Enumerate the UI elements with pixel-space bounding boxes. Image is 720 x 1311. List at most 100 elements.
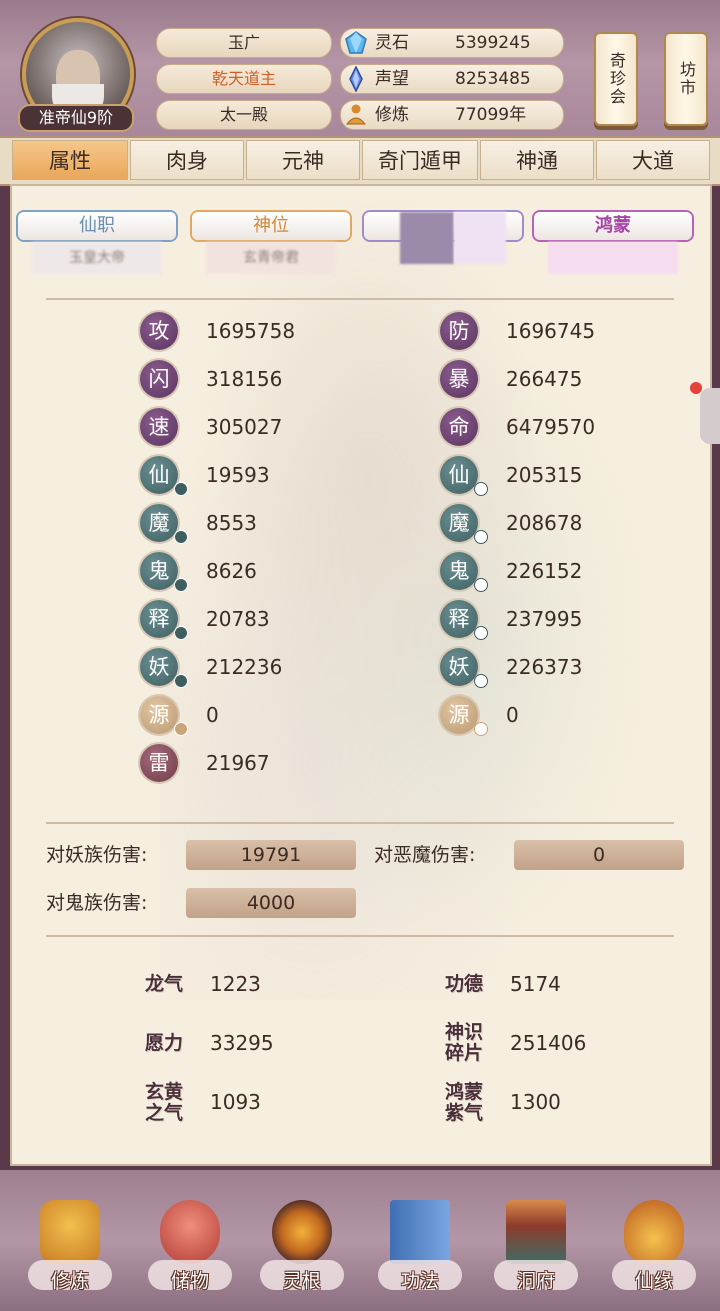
tab-bar: 属性 肉身 元神 奇门遁甲 神通 大道 [0,136,720,186]
attack-type-dot-icon [174,530,188,544]
title-card-divine-seat[interactable]: 神位 玄青帝君 [192,212,350,276]
nav-techniques[interactable]: 功法 [370,1190,470,1300]
treasure-fair-button[interactable]: 奇珍会 [594,32,638,126]
tab-great-dao[interactable]: 大道 [596,140,710,180]
nav-cultivate[interactable]: 修炼 [20,1190,120,1300]
hp-value: 6479570 [506,415,596,439]
attack-type-dot-icon [174,722,188,736]
damage-vs-ghost-value: 4000 [186,888,356,918]
damage-vs-yao-label: 对妖族伤害: [46,844,148,866]
tab-attributes[interactable]: 属性 [12,140,128,180]
defense-type-dot-icon [474,722,488,736]
nav-label: 储物 [170,1270,209,1292]
origin-defense-value: 0 [506,703,519,727]
nav-label: 灵根 [282,1270,321,1292]
damage-vs-yao-value: 19791 [186,840,356,870]
nav-label: 功法 [400,1270,439,1292]
merit-label: 功德 [444,973,483,995]
notification-dot [690,382,702,394]
tab-divine-powers[interactable]: 神通 [480,140,594,180]
side-drawer-handle[interactable] [700,388,720,444]
damage-vs-ghost-label: 对鬼族伤害: [46,892,148,914]
title-card-sub: 玄青帝君 [206,242,336,274]
scripture-book-icon [390,1200,450,1264]
demon-defense-badge: 魔 [440,504,478,542]
ghost-defense-value: 226152 [506,559,583,583]
attack-type-dot-icon [174,674,188,688]
thunder-badge: 雷 [140,744,178,782]
attack-value: 1695758 [206,319,296,343]
resource-value: 77099年 [455,105,527,125]
dodge-badge: 闪 [140,360,178,398]
resource-value: 8253485 [455,69,531,89]
hp-badge: 命 [440,408,478,446]
yao-attack-badge: 妖 [140,648,178,686]
resource-spirit-stone: 灵石 5399245 [340,28,564,58]
vow-power-label: 愿力 [144,1032,183,1054]
ghost-defense-badge: 鬼 [440,552,478,590]
defense-type-dot-icon [474,578,488,592]
resource-reputation: 声望 8253485 [340,64,564,94]
resource-label: 修炼 [375,105,409,125]
buddha-attack-value: 20783 [206,607,270,631]
gourd-yinyang-icon [624,1200,684,1264]
nav-spirit-root[interactable]: 灵根 [252,1190,352,1300]
title-card-sub [548,242,678,274]
cultivation-figure-icon [345,104,367,125]
redacted-block [400,212,454,264]
title-card-immortal-post[interactable]: 仙职 玉皇大帝 [18,212,176,276]
crit-badge: 暴 [440,360,478,398]
nav-label: 洞府 [516,1270,555,1292]
title-card-hidden[interactable] [364,212,522,276]
damage-vs-demon-label: 对恶魔伤害: [374,844,476,866]
treasure-bag-icon [160,1200,220,1264]
speed-badge: 速 [140,408,178,446]
resource-cultivation: 修炼 77099年 [340,100,564,130]
title-card-sub: 玉皇大帝 [32,242,162,274]
ghost-attack-value: 8626 [206,559,257,583]
defense-type-dot-icon [474,530,488,544]
demon-attack-badge: 魔 [140,504,178,542]
resource-label: 灵石 [375,33,409,53]
attack-type-dot-icon [174,482,188,496]
defense-type-dot-icon [474,626,488,640]
resource-label: 声望 [375,69,409,89]
nav-fate[interactable]: 仙缘 [604,1190,704,1300]
nav-cave-dwelling[interactable]: 洞府 [486,1190,586,1300]
divider [46,935,674,937]
tab-body[interactable]: 肉身 [130,140,244,180]
redacted-block [454,212,506,264]
spirit-stone-icon [345,31,367,54]
buddha-defense-value: 237995 [506,607,583,631]
reputation-crystal-icon [349,66,363,92]
market-button[interactable]: 坊市 [664,32,708,126]
hongmeng-purple-qi-label: 鸿蒙 紫气 [444,1081,483,1124]
rank-badge: 准帝仙9阶 [18,104,134,132]
immortal-attack-value: 19593 [206,463,270,487]
player-name: 玉广 [156,28,332,58]
attack-type-dot-icon [174,626,188,640]
yao-attack-value: 212236 [206,655,283,679]
player-hall: 太一殿 [156,100,332,130]
soul-shard-value: 251406 [510,1031,587,1055]
meditating-monk-icon [40,1200,100,1264]
immortal-defense-value: 205315 [506,463,583,487]
attack-badge: 攻 [140,312,178,350]
defense-type-dot-icon [474,482,488,496]
damage-vs-demon-value: 0 [514,840,684,870]
origin-attack-value: 0 [206,703,219,727]
speed-value: 305027 [206,415,283,439]
hongmeng-purple-qi-value: 1300 [510,1090,561,1114]
yao-defense-value: 226373 [506,655,583,679]
tab-soul[interactable]: 元神 [246,140,360,180]
divider [46,298,674,300]
buddha-attack-badge: 释 [140,600,178,638]
tab-qimen[interactable]: 奇门遁甲 [362,140,478,180]
title-card-head: 神位 [192,212,350,240]
nav-storage[interactable]: 储物 [140,1190,240,1300]
nav-label: 修炼 [50,1270,89,1292]
thunder-value: 21967 [206,751,270,775]
title-card-hongmeng[interactable]: 鸿蒙 [534,212,692,276]
dragon-qi-label: 龙气 [144,973,183,995]
title-card-head: 鸿蒙 [534,212,692,240]
